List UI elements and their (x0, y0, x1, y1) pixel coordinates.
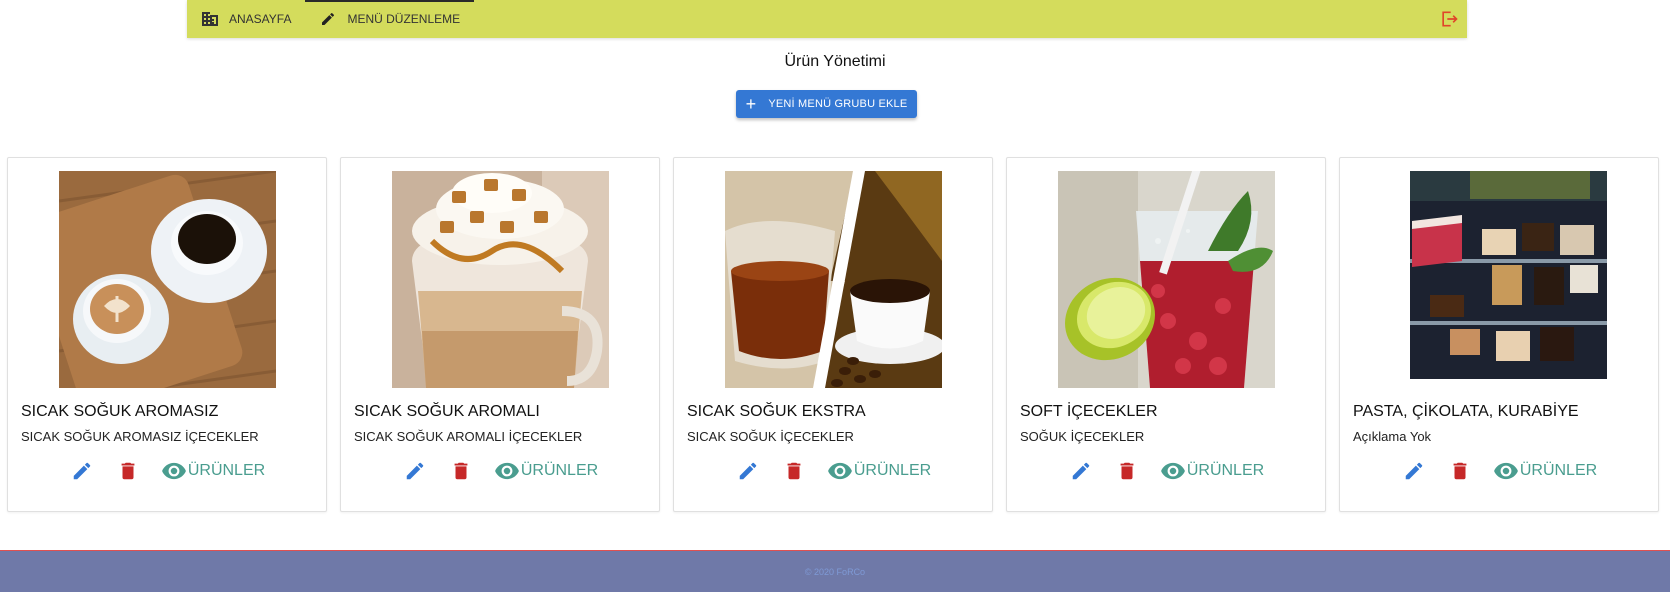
edit-button[interactable] (735, 458, 761, 484)
menu-group-title: PASTA, ÇİKOLATA, KURABİYE (1353, 403, 1579, 420)
menu-group-card: SOFT İÇECEKLER SOĞUK İÇECEKLER ÜRÜNLER (1006, 157, 1326, 512)
products-label: ÜRÜNLER (187, 462, 266, 479)
eye-icon (1493, 458, 1519, 484)
footer: © 2020 FoRCo (0, 550, 1670, 592)
pencil-icon (739, 462, 757, 480)
menu-group-list: SICAK SOĞUK AROMASIZ SICAK SOĞUK AROMASI… (7, 157, 1659, 512)
pencil-icon (319, 10, 337, 28)
card-actions: ÜRÜNLER (1007, 458, 1325, 484)
footer-copyright: © 2020 FoRCo (804, 566, 866, 577)
delete-button[interactable] (1114, 458, 1140, 484)
trash-icon (787, 462, 801, 480)
delete-button[interactable] (448, 458, 474, 484)
menu-group-title: SICAK SOĞUK EKSTRA (687, 403, 866, 420)
eye-icon (827, 458, 853, 484)
edit-button[interactable] (69, 458, 95, 484)
plus-icon: + (745, 94, 757, 114)
card-actions: ÜRÜNLER (341, 458, 659, 484)
products-label: ÜRÜNLER (853, 462, 932, 479)
delete-button[interactable] (1447, 458, 1473, 484)
products-button[interactable]: ÜRÜNLER (827, 458, 931, 484)
page-title: Ürün Yönetimi (784, 53, 886, 70)
pencil-icon (73, 462, 91, 480)
trash-icon (1453, 462, 1467, 480)
trash-icon (121, 462, 135, 480)
building-icon (201, 10, 219, 28)
products-button[interactable]: ÜRÜNLER (1160, 458, 1264, 484)
card-actions: ÜRÜNLER (1340, 458, 1658, 484)
menu-group-title: SOFT İÇECEKLER (1020, 403, 1158, 420)
pencil-icon (1072, 462, 1090, 480)
add-menu-group-button[interactable]: + YENİ MENÜ GRUBU EKLE (736, 90, 917, 118)
eye-icon (494, 458, 520, 484)
menu-group-description: SICAK SOĞUK AROMASIZ İÇECEKLER (21, 429, 259, 444)
menu-group-description: SICAK SOĞUK AROMALI İÇECEKLER (354, 429, 583, 444)
add-menu-group-label: YENİ MENÜ GRUBU EKLE (768, 98, 908, 110)
menu-group-image (1058, 171, 1275, 388)
menu-group-image (1410, 171, 1607, 379)
products-label: ÜRÜNLER (1519, 462, 1598, 479)
menu-group-card: SICAK SOĞUK AROMALI SICAK SOĞUK AROMALI … (340, 157, 660, 512)
card-actions: ÜRÜNLER (8, 458, 326, 484)
products-button[interactable]: ÜRÜNLER (494, 458, 598, 484)
menu-group-image (392, 171, 609, 388)
edit-button[interactable] (1068, 458, 1094, 484)
top-nav-bar: ANASAYFA MENÜ DÜZENLEME (187, 0, 1467, 38)
menu-group-image (59, 171, 276, 388)
menu-group-description: SICAK SOĞUK İÇECEKLER (687, 429, 854, 444)
delete-button[interactable] (115, 458, 141, 484)
menu-group-description: Açıklama Yok (1353, 429, 1432, 444)
trash-icon (1120, 462, 1134, 480)
menu-group-card: SICAK SOĞUK EKSTRA SICAK SOĞUK İÇECEKLER… (673, 157, 993, 512)
products-label: ÜRÜNLER (520, 462, 599, 479)
tab-home[interactable]: ANASAYFA (187, 0, 305, 38)
edit-button[interactable] (1401, 458, 1427, 484)
pencil-icon (406, 462, 424, 480)
tab-menu-edit[interactable]: MENÜ DÜZENLEME (305, 0, 474, 38)
logout-icon[interactable] (1439, 9, 1459, 29)
menu-group-description: SOĞUK İÇECEKLER (1020, 429, 1145, 444)
menu-group-card: SICAK SOĞUK AROMASIZ SICAK SOĞUK AROMASI… (7, 157, 327, 512)
eye-icon (1160, 458, 1186, 484)
eye-icon (161, 458, 187, 484)
menu-group-image (725, 171, 942, 388)
card-actions: ÜRÜNLER (674, 458, 992, 484)
edit-button[interactable] (402, 458, 428, 484)
tab-home-label: ANASAYFA (229, 12, 292, 26)
menu-group-title: SICAK SOĞUK AROMASIZ (21, 403, 219, 420)
menu-group-card: PASTA, ÇİKOLATA, KURABİYE Açıklama Yok Ü… (1339, 157, 1659, 512)
trash-icon (454, 462, 468, 480)
products-button[interactable]: ÜRÜNLER (161, 458, 265, 484)
tab-menu-edit-label: MENÜ DÜZENLEME (347, 12, 461, 26)
products-button[interactable]: ÜRÜNLER (1493, 458, 1597, 484)
menu-group-title: SICAK SOĞUK AROMALI (354, 403, 540, 420)
pencil-icon (1405, 462, 1423, 480)
delete-button[interactable] (781, 458, 807, 484)
products-label: ÜRÜNLER (1186, 462, 1265, 479)
